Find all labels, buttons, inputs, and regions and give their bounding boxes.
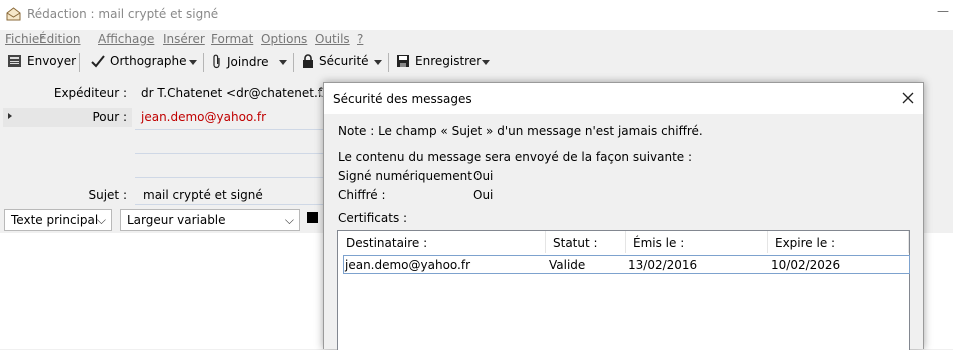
cell-issued: 13/02/2016 [628,258,698,272]
window-title: Rédaction : mail crypté et signé [27,7,219,21]
to-recipient-field[interactable]: jean.demo@yahoo.fr [141,110,266,124]
send-icon [8,55,21,67]
menu-bar: Fichier Édition Affichage Insérer Format… [0,30,953,49]
security-dropdown-arrow[interactable] [374,60,382,65]
paragraph-style-value: Texte principal [11,213,99,227]
subject-field[interactable]: mail crypté et signé [143,188,263,202]
close-button[interactable] [897,87,919,109]
floppy-disk-icon [397,55,409,67]
column-header-status[interactable]: Statut : [546,231,626,253]
certificates-table[interactable]: Destinataire : Statut : Émis le : Expire… [337,230,910,350]
menu-help[interactable]: ? [357,32,363,46]
table-row[interactable]: jean.demo@yahoo.fr Valide 13/02/2016 10/… [343,255,910,274]
column-header-issued[interactable]: Émis le : [626,231,768,253]
subject-note: Note : Le champ « Sujet » d'un message n… [338,124,703,138]
checkmark-icon [91,55,105,68]
cell-recipient: jean.demo@yahoo.fr [345,258,471,272]
lock-icon [303,54,313,68]
from-label: Expéditeur : [53,86,127,100]
chevron-down-icon: ⌵ [284,213,294,227]
compose-window-icon [6,7,21,21]
certificates-label: Certificats : [338,211,408,225]
font-value: Largeur variable [127,213,226,227]
save-dropdown-arrow[interactable] [482,60,490,65]
cell-status: Valide [549,258,586,272]
spelling-label: Orthographe [110,54,187,68]
column-header-recipient[interactable]: Destinataire : [339,231,546,253]
close-icon [902,92,914,104]
save-label: Enregistrer [415,54,482,68]
menu-options[interactable]: Options [261,32,307,46]
toolbar-separator [203,53,204,72]
from-select[interactable]: dr T.Chatenet <dr@chatenet.fr> [141,86,337,100]
column-header-expires[interactable]: Expire le : [768,231,909,253]
menu-affichage[interactable]: Affichage [98,32,154,46]
chevron-down-icon: ⌵ [96,213,106,227]
content-intro: Le contenu du message sera envoyé de la … [338,150,693,164]
attach-label: Joindre [227,54,269,69]
title-bar: Rédaction : mail crypté et signé — [0,0,953,30]
to-label: Pour : [92,110,127,124]
message-security-dialog: Sécurité des messages Note : Le champ « … [323,82,924,350]
encrypted-label: Chiffré : [338,188,386,202]
toolbar: Envoyer Orthographe Joindre Sécurité Enr… [0,49,953,76]
field-separator [135,129,323,130]
send-label: Envoyer [27,54,77,68]
menu-format[interactable]: Format [211,32,253,46]
spelling-button[interactable]: Orthographe [91,54,187,68]
signed-label: Signé numériquement : [338,169,480,183]
recipient-type-arrow-icon [8,113,12,119]
dialog-title: Sécurité des messages [333,92,472,106]
field-separator [135,204,323,205]
minimize-button[interactable]: — [937,4,949,18]
encrypted-value: Oui [473,188,494,202]
save-button[interactable]: Enregistrer [396,54,481,68]
attach-dropdown-arrow[interactable] [279,60,287,65]
paragraph-style-select[interactable]: Texte principal ⌵ [4,209,112,231]
spelling-dropdown-arrow[interactable] [189,60,197,65]
cell-expires: 10/02/2026 [771,258,841,272]
attach-button[interactable]: Joindre [212,54,269,69]
toolbar-separator [388,53,389,72]
security-button[interactable]: Sécurité [302,54,369,68]
security-label: Sécurité [319,54,369,68]
dialog-title-bar: Sécurité des messages [324,83,923,114]
field-separator [135,153,323,154]
text-color-swatch[interactable] [307,212,318,223]
font-select[interactable]: Largeur variable ⌵ [120,209,300,231]
menu-edition[interactable]: Édition [39,32,81,46]
field-separator [135,177,323,178]
toolbar-separator [293,53,294,72]
paperclip-icon [213,54,220,69]
signed-value: Oui [473,169,494,183]
send-button[interactable]: Envoyer [7,54,76,68]
subject-label: Sujet : [88,188,127,202]
menu-outils[interactable]: Outils [315,32,350,46]
toolbar-separator [79,53,80,72]
menu-inserer[interactable]: Insérer [163,32,205,46]
